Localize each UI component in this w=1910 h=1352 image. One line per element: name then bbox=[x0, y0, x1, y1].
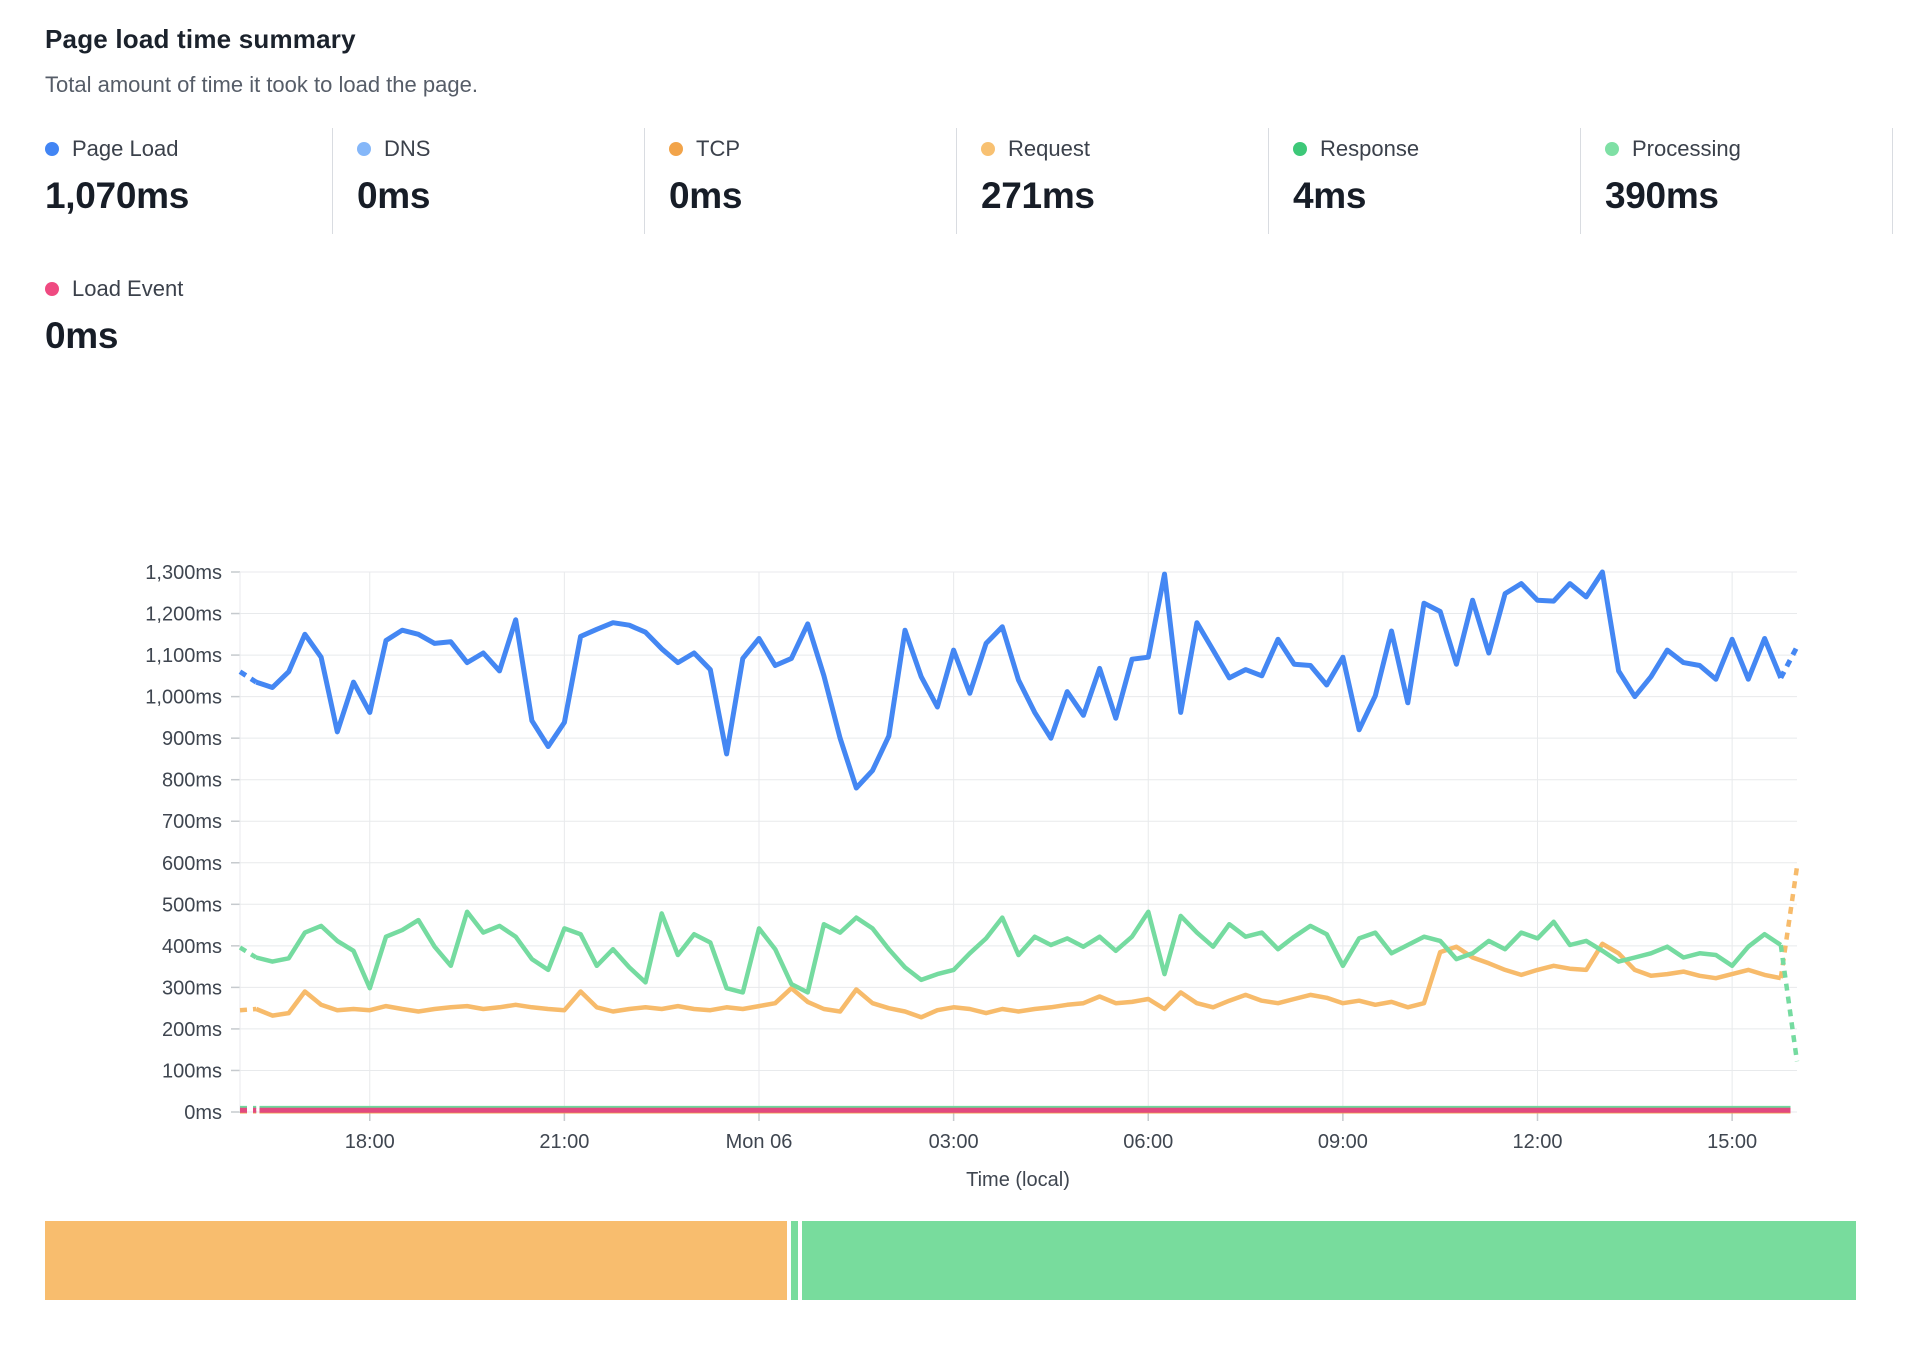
y-tick-label: 1,200ms bbox=[145, 604, 222, 626]
y-tick-label: 0ms bbox=[184, 1102, 222, 1124]
y-tick-label: 300ms bbox=[162, 977, 222, 999]
series-page-load bbox=[256, 572, 1781, 788]
y-tick-label: 200ms bbox=[162, 1019, 222, 1041]
series-processing bbox=[256, 912, 1781, 993]
y-tick-label: 1,300ms bbox=[145, 562, 222, 584]
availability-bar-segment[interactable] bbox=[45, 1221, 787, 1300]
x-tick-label: 21:00 bbox=[539, 1131, 589, 1153]
page-load-timeseries-chart[interactable]: 0ms 100ms 200ms 300ms 400ms 500ms 600ms 700ms 80… bbox=[0, 0, 1910, 1352]
y-tick-label: 400ms bbox=[162, 936, 222, 958]
series-processing bbox=[1781, 945, 1797, 1061]
y-tick-label: 600ms bbox=[162, 853, 222, 875]
series-request bbox=[240, 1009, 256, 1010]
x-tick-label: 18:00 bbox=[345, 1131, 395, 1153]
x-tick-label: Mon 06 bbox=[726, 1131, 793, 1153]
y-tick-label: 800ms bbox=[162, 770, 222, 792]
y-tick-label: 100ms bbox=[162, 1060, 222, 1082]
y-tick-label: 1,100ms bbox=[145, 645, 222, 667]
x-tick-label: 09:00 bbox=[1318, 1131, 1368, 1153]
x-tick-label: 06:00 bbox=[1123, 1131, 1173, 1153]
x-tick-label: 12:00 bbox=[1512, 1131, 1562, 1153]
series-processing bbox=[240, 948, 256, 958]
x-tick-label: 03:00 bbox=[929, 1131, 979, 1153]
x-axis-title: Time (local) bbox=[966, 1169, 1070, 1191]
availability-bar-segment[interactable] bbox=[791, 1221, 798, 1300]
x-tick-label: 15:00 bbox=[1707, 1131, 1757, 1153]
y-tick-label: 900ms bbox=[162, 728, 222, 750]
availability-bar-segment[interactable] bbox=[802, 1221, 1856, 1300]
y-tick-label: 1,000ms bbox=[145, 687, 222, 709]
series-page-load bbox=[240, 672, 256, 682]
y-tick-label: 500ms bbox=[162, 894, 222, 916]
series-page-load bbox=[1781, 647, 1797, 678]
y-tick-label: 700ms bbox=[162, 811, 222, 833]
page-load-summary-panel: Page load time summary Total amount of t… bbox=[0, 0, 1910, 1352]
